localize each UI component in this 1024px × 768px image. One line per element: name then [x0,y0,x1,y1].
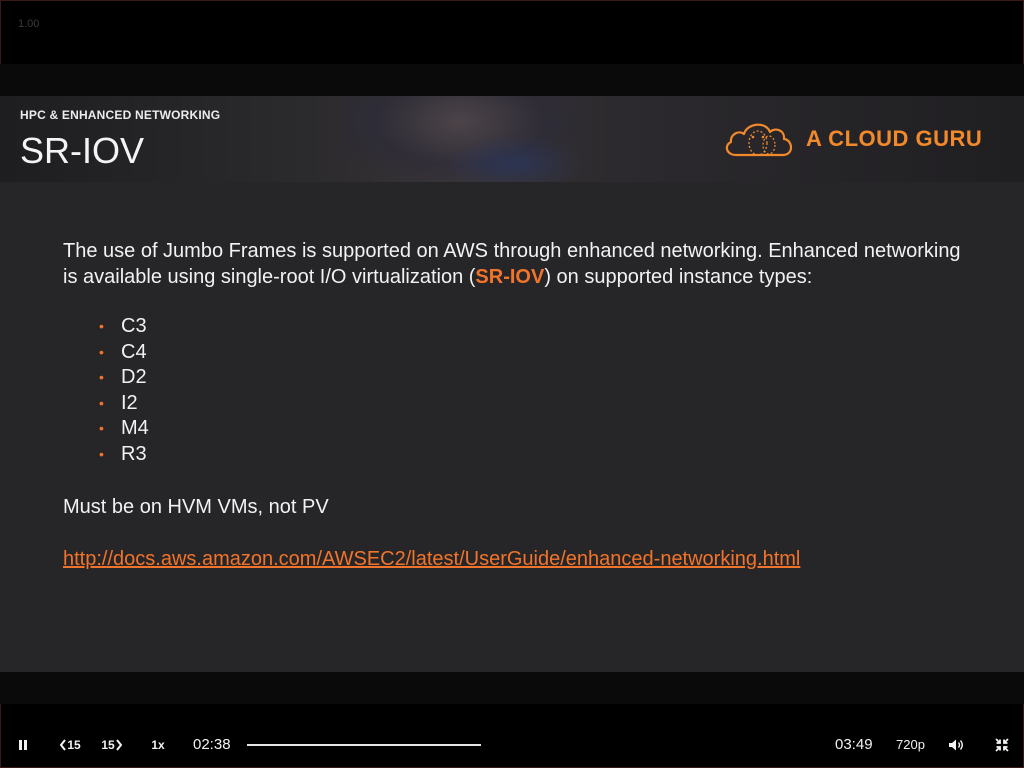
pause-icon [19,740,27,750]
list-item: • I2 [99,391,963,417]
instance-type: C3 [121,315,147,337]
section-label: HPC & ENHANCED NETWORKING [20,108,221,122]
intro-highlight: SR-IOV [475,266,545,288]
bullet-icon: • [99,394,104,411]
list-item: • C3 [99,314,963,340]
slide: HPC & ENHANCED NETWORKING SR-IOV A CLOUD… [0,96,1024,672]
instance-type: M4 [121,417,149,440]
chevron-left-icon [60,739,67,751]
cloud-logo-icon [725,123,793,157]
chevron-right-icon [115,739,122,751]
bullet-icon: • [99,343,104,360]
video-player[interactable]: 1.00 HPC & ENHANCED NETWORKING SR-IOV A … [0,0,1024,768]
instance-type: C4 [121,340,147,363]
speed-readout: 1.00 [18,18,40,30]
pause-button[interactable] [10,728,36,762]
hvm-note: Must be on HVM VMs, not PV [63,495,329,518]
slide-header: HPC & ENHANCED NETWORKING SR-IOV A CLOUD… [0,96,1024,182]
rewind-label: 15 [67,738,81,752]
presenter-photo-shadow [450,136,580,182]
bullet-icon: • [99,318,104,334]
current-time: 02:38 [193,736,231,753]
instance-type: D2 [121,366,147,389]
instance-type-list: • C3 • C4 • D2 • I2 • M4 • R3 [63,314,963,468]
quality-button[interactable]: 720p [896,728,925,762]
logo: A CLOUD GURU [722,116,1002,162]
letterbox-bottom [0,672,1024,704]
exit-fullscreen-icon [995,738,1009,752]
total-time: 03:49 [835,736,873,753]
bullet-icon: • [99,369,104,386]
forward-15-button[interactable]: 15 [96,728,128,762]
seek-bar-progress [247,744,481,746]
list-item: • D2 [99,365,963,391]
instance-type: I2 [121,391,138,414]
seek-bar[interactable] [247,744,481,746]
volume-button[interactable] [944,728,968,762]
logo-text: A CLOUD GURU [806,126,983,151]
list-item: • R3 [99,442,963,468]
forward-label: 15 [101,738,115,752]
letterbox-top [0,64,1024,96]
bullet-icon: • [99,420,104,437]
list-item: • C4 [99,340,963,366]
bullet-icon: • [99,445,104,462]
exit-fullscreen-button[interactable] [990,728,1014,762]
playback-rate-button[interactable]: 1x [144,728,172,762]
instance-type: R3 [121,442,147,465]
rewind-15-button[interactable]: 15 [54,728,86,762]
slide-title: SR-IOV [20,130,145,171]
slide-body: The use of Jumbo Frames is supported on … [63,238,963,572]
volume-icon [949,739,963,751]
docs-link[interactable]: http://docs.aws.amazon.com/AWSEC2/latest… [63,546,800,572]
list-item: • M4 [99,416,963,442]
control-bar: 15 15 1x 02:38 03:49 720p [0,728,1024,762]
intro-text-2: ) on supported instance types: [544,266,813,288]
intro-paragraph: The use of Jumbo Frames is supported on … [63,238,963,290]
